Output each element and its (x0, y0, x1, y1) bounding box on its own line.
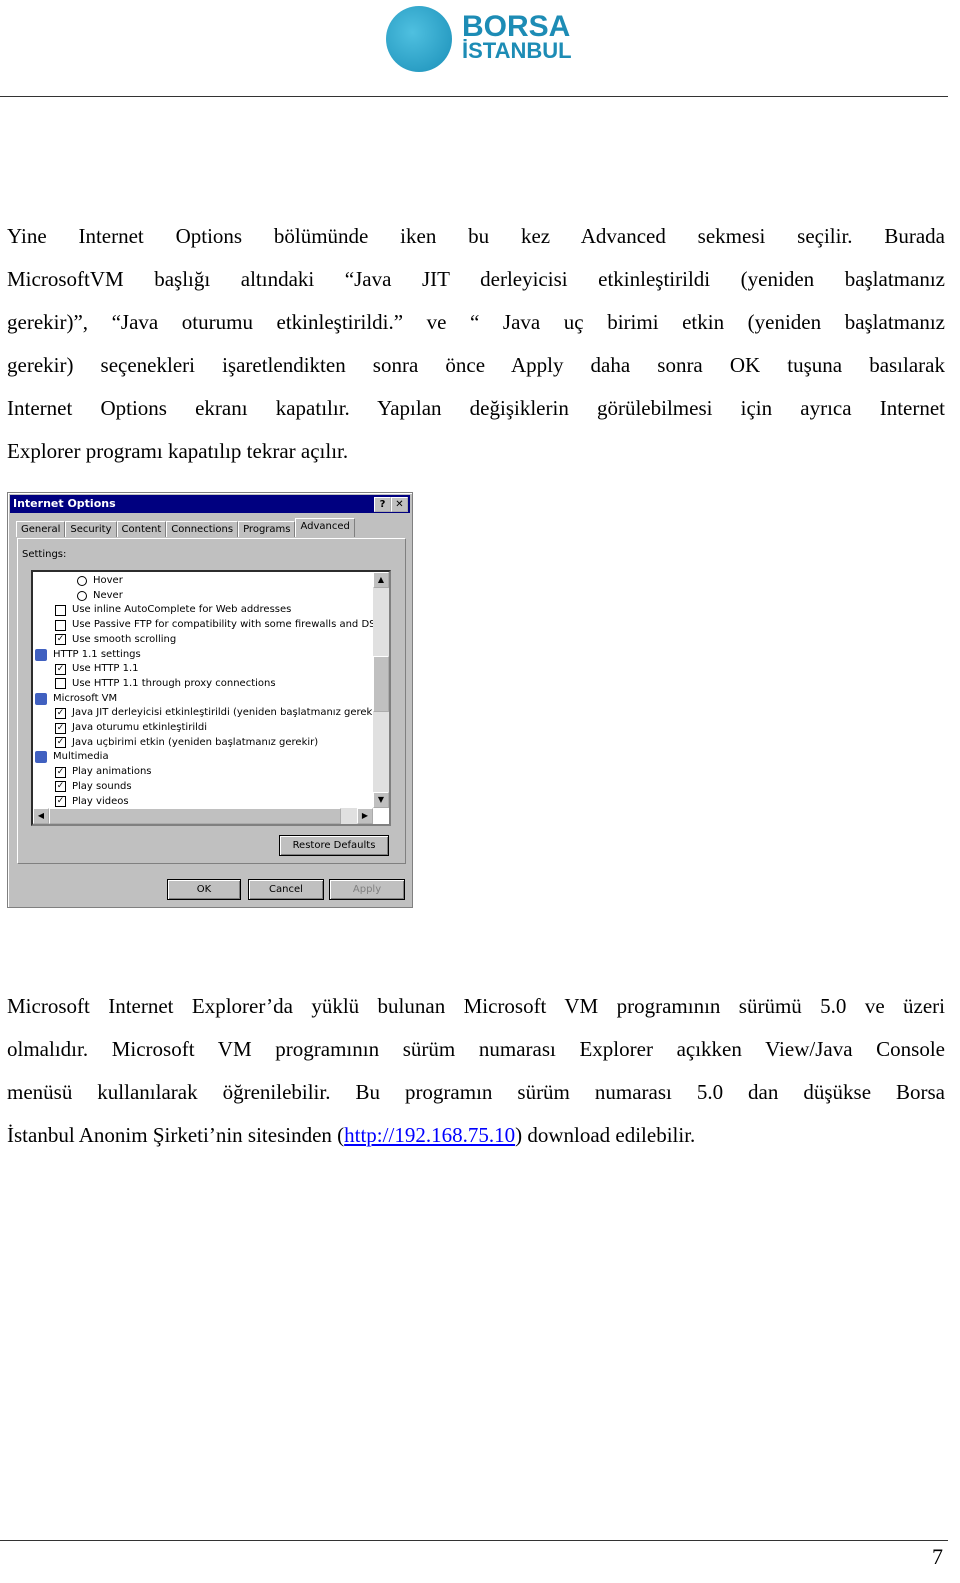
setting-label: Java JIT derleyicisi etkinleştirildi (ye… (72, 707, 384, 719)
text-line: gerekir)”, “Java oturumu etkinleştirildi… (7, 310, 945, 334)
scroll-right-icon[interactable]: ▶ (357, 808, 373, 824)
paragraph-1: Yine Internet Options bölümünde iken bu … (7, 221, 945, 479)
setting-label: Microsoft VM (53, 692, 118, 704)
text-fragment: ) download edilebilir. (515, 1123, 696, 1147)
horizontal-scrollbar[interactable]: ◀ ▶ (33, 808, 373, 824)
tab-advanced[interactable]: Advanced (295, 518, 355, 537)
ok-button[interactable]: OK (167, 879, 241, 900)
settings-group: HTTP 1.1 settings (35, 648, 141, 662)
tab-programs[interactable]: Programs (238, 521, 296, 537)
multimedia-icon (35, 751, 47, 764)
settings-list[interactable]: ✓ Play videos ✓ Play sounds ✓ Play animations… (31, 570, 391, 826)
setting-item[interactable]: Use Passive FTP for compatibility with s… (55, 618, 391, 632)
logo-mark-icon (386, 6, 452, 72)
setting-item[interactable]: Hover (77, 574, 123, 588)
borsa-istanbul-logo: BORSA İSTANBUL (386, 6, 572, 72)
settings-label: Settings: (22, 549, 67, 560)
scroll-thumb[interactable] (373, 656, 389, 712)
checkbox-checked-icon[interactable]: ✓ (55, 663, 66, 675)
help-button[interactable]: ? (374, 497, 391, 512)
setting-label: Never (93, 589, 123, 601)
ie-icon (35, 648, 47, 661)
checkbox-checked-icon[interactable]: ✓ (55, 737, 66, 749)
text-line: Internet Options ekranı kapatılır. Yapıl… (7, 396, 945, 420)
footer-divider (0, 1540, 948, 1541)
download-link[interactable]: http://192.168.75.10 (344, 1123, 515, 1147)
settings-group: Microsoft VM (35, 692, 117, 706)
text-line: Yine Internet Options bölümünde iken bu … (7, 224, 945, 248)
setting-label: Use HTTP 1.1 (72, 663, 139, 675)
setting-item[interactable]: ✓ Play sounds (55, 780, 132, 794)
scroll-up-icon[interactable]: ▲ (373, 572, 389, 588)
setting-label: Multimedia (53, 751, 109, 763)
text-line: menüsü kullanılarak öğrenilebilir. Bu pr… (7, 1080, 945, 1104)
setting-label: Play videos (72, 795, 129, 807)
setting-label: Play sounds (72, 780, 132, 792)
internet-options-dialog: Internet Options ? ✕ General Security Cont… (7, 492, 413, 908)
setting-label: Use inline AutoComplete for Web addresse… (72, 604, 292, 616)
tab-security[interactable]: Security (65, 521, 117, 537)
dialog-title: Internet Options (13, 497, 116, 510)
setting-label: Use Passive FTP for compatibility with s… (72, 619, 391, 631)
text-line: Microsoft Internet Explorer’da yüklü bul… (7, 994, 945, 1018)
checkbox-checked-icon[interactable]: ✓ (55, 781, 66, 793)
checkbox-checked-icon[interactable]: ✓ (55, 766, 66, 778)
checkbox-checked-icon[interactable]: ✓ (55, 722, 66, 734)
setting-label: Hover (93, 575, 123, 586)
logo-line1: BORSA (462, 10, 571, 43)
setting-label: Use HTTP 1.1 through proxy connections (72, 677, 276, 689)
cancel-button[interactable]: Cancel (248, 879, 324, 900)
setting-item[interactable]: ✓ Java JIT derleyicisi etkinleştirildi (y… (55, 706, 383, 720)
text-line: MicrosoftVM başlığı altındaki “Java JIT … (7, 267, 945, 291)
radio-icon[interactable] (77, 576, 87, 586)
close-button[interactable]: ✕ (391, 497, 408, 512)
page-number: 7 (932, 1544, 943, 1569)
setting-label: Java oturumu etkinleştirildi (72, 722, 207, 733)
checkbox-checked-icon[interactable]: ✓ (55, 796, 66, 807)
radio-icon[interactable] (77, 590, 87, 601)
setting-label: HTTP 1.1 settings (53, 648, 141, 660)
paragraph-2: Microsoft Internet Explorer’da yüklü bul… (7, 991, 945, 1163)
text-line: olmalıdır. Microsoft VM programının sürü… (7, 1037, 945, 1061)
setting-item[interactable]: Use HTTP 1.1 through proxy connections (55, 677, 276, 691)
setting-item[interactable]: ✓ Play animations (55, 765, 152, 779)
vertical-scrollbar[interactable]: ▲ ▼ (373, 572, 389, 808)
header-divider (0, 96, 948, 97)
text-fragment: İstanbul Anonim Şirketi’nin sitesinden ( (7, 1123, 345, 1147)
apply-button[interactable]: Apply (329, 879, 405, 900)
text-line: gerekir) seçenekleri işaretlendikten son… (7, 353, 945, 377)
setting-label: Use smooth scrolling (72, 633, 177, 645)
checkbox-icon[interactable] (55, 619, 66, 631)
text-line: Explorer programı kapatılıp tekrar açılı… (7, 439, 349, 463)
checkbox-checked-icon[interactable]: ✓ (55, 707, 66, 719)
dialog-title-bar: Internet Options ? ✕ (10, 495, 410, 513)
hscroll-thumb[interactable] (49, 808, 341, 824)
setting-label: Java uçbirimi etkin (yeniden başlatmanız… (72, 736, 319, 748)
setting-item[interactable]: ✓ Use smooth scrolling (55, 633, 176, 647)
setting-item[interactable]: ✓ Java uçbirimi etkin (yeniden başlatmanı… (55, 736, 318, 750)
setting-item[interactable]: Never (77, 589, 123, 603)
setting-item[interactable]: ✓ Use HTTP 1.1 (55, 662, 139, 676)
text-line: İstanbul Anonim Şirketi’nin sitesinden (… (7, 1120, 945, 1163)
scroll-left-icon[interactable]: ◀ (33, 808, 49, 824)
tab-strip: General Security Content Connections Program… (16, 518, 355, 537)
restore-defaults-button[interactable]: Restore Defaults (279, 835, 389, 856)
tab-content[interactable]: Content (116, 521, 167, 537)
logo-line2: İSTANBUL (462, 38, 572, 63)
setting-item[interactable]: ✓ Play videos (55, 795, 129, 809)
setting-label: Play animations (72, 766, 152, 778)
tab-connections[interactable]: Connections (166, 521, 239, 537)
scroll-down-icon[interactable]: ▼ (373, 792, 389, 808)
checkbox-icon[interactable] (55, 604, 66, 616)
tab-general[interactable]: General (16, 521, 66, 537)
setting-item[interactable]: Use inline AutoComplete for Web addresse… (55, 603, 291, 617)
checkbox-checked-icon[interactable]: ✓ (55, 634, 66, 646)
document-icon (35, 692, 47, 705)
checkbox-icon[interactable] (55, 678, 66, 690)
settings-group: Multimedia (35, 750, 109, 764)
setting-item[interactable]: ✓ Java oturumu etkinleştirildi (55, 721, 207, 735)
